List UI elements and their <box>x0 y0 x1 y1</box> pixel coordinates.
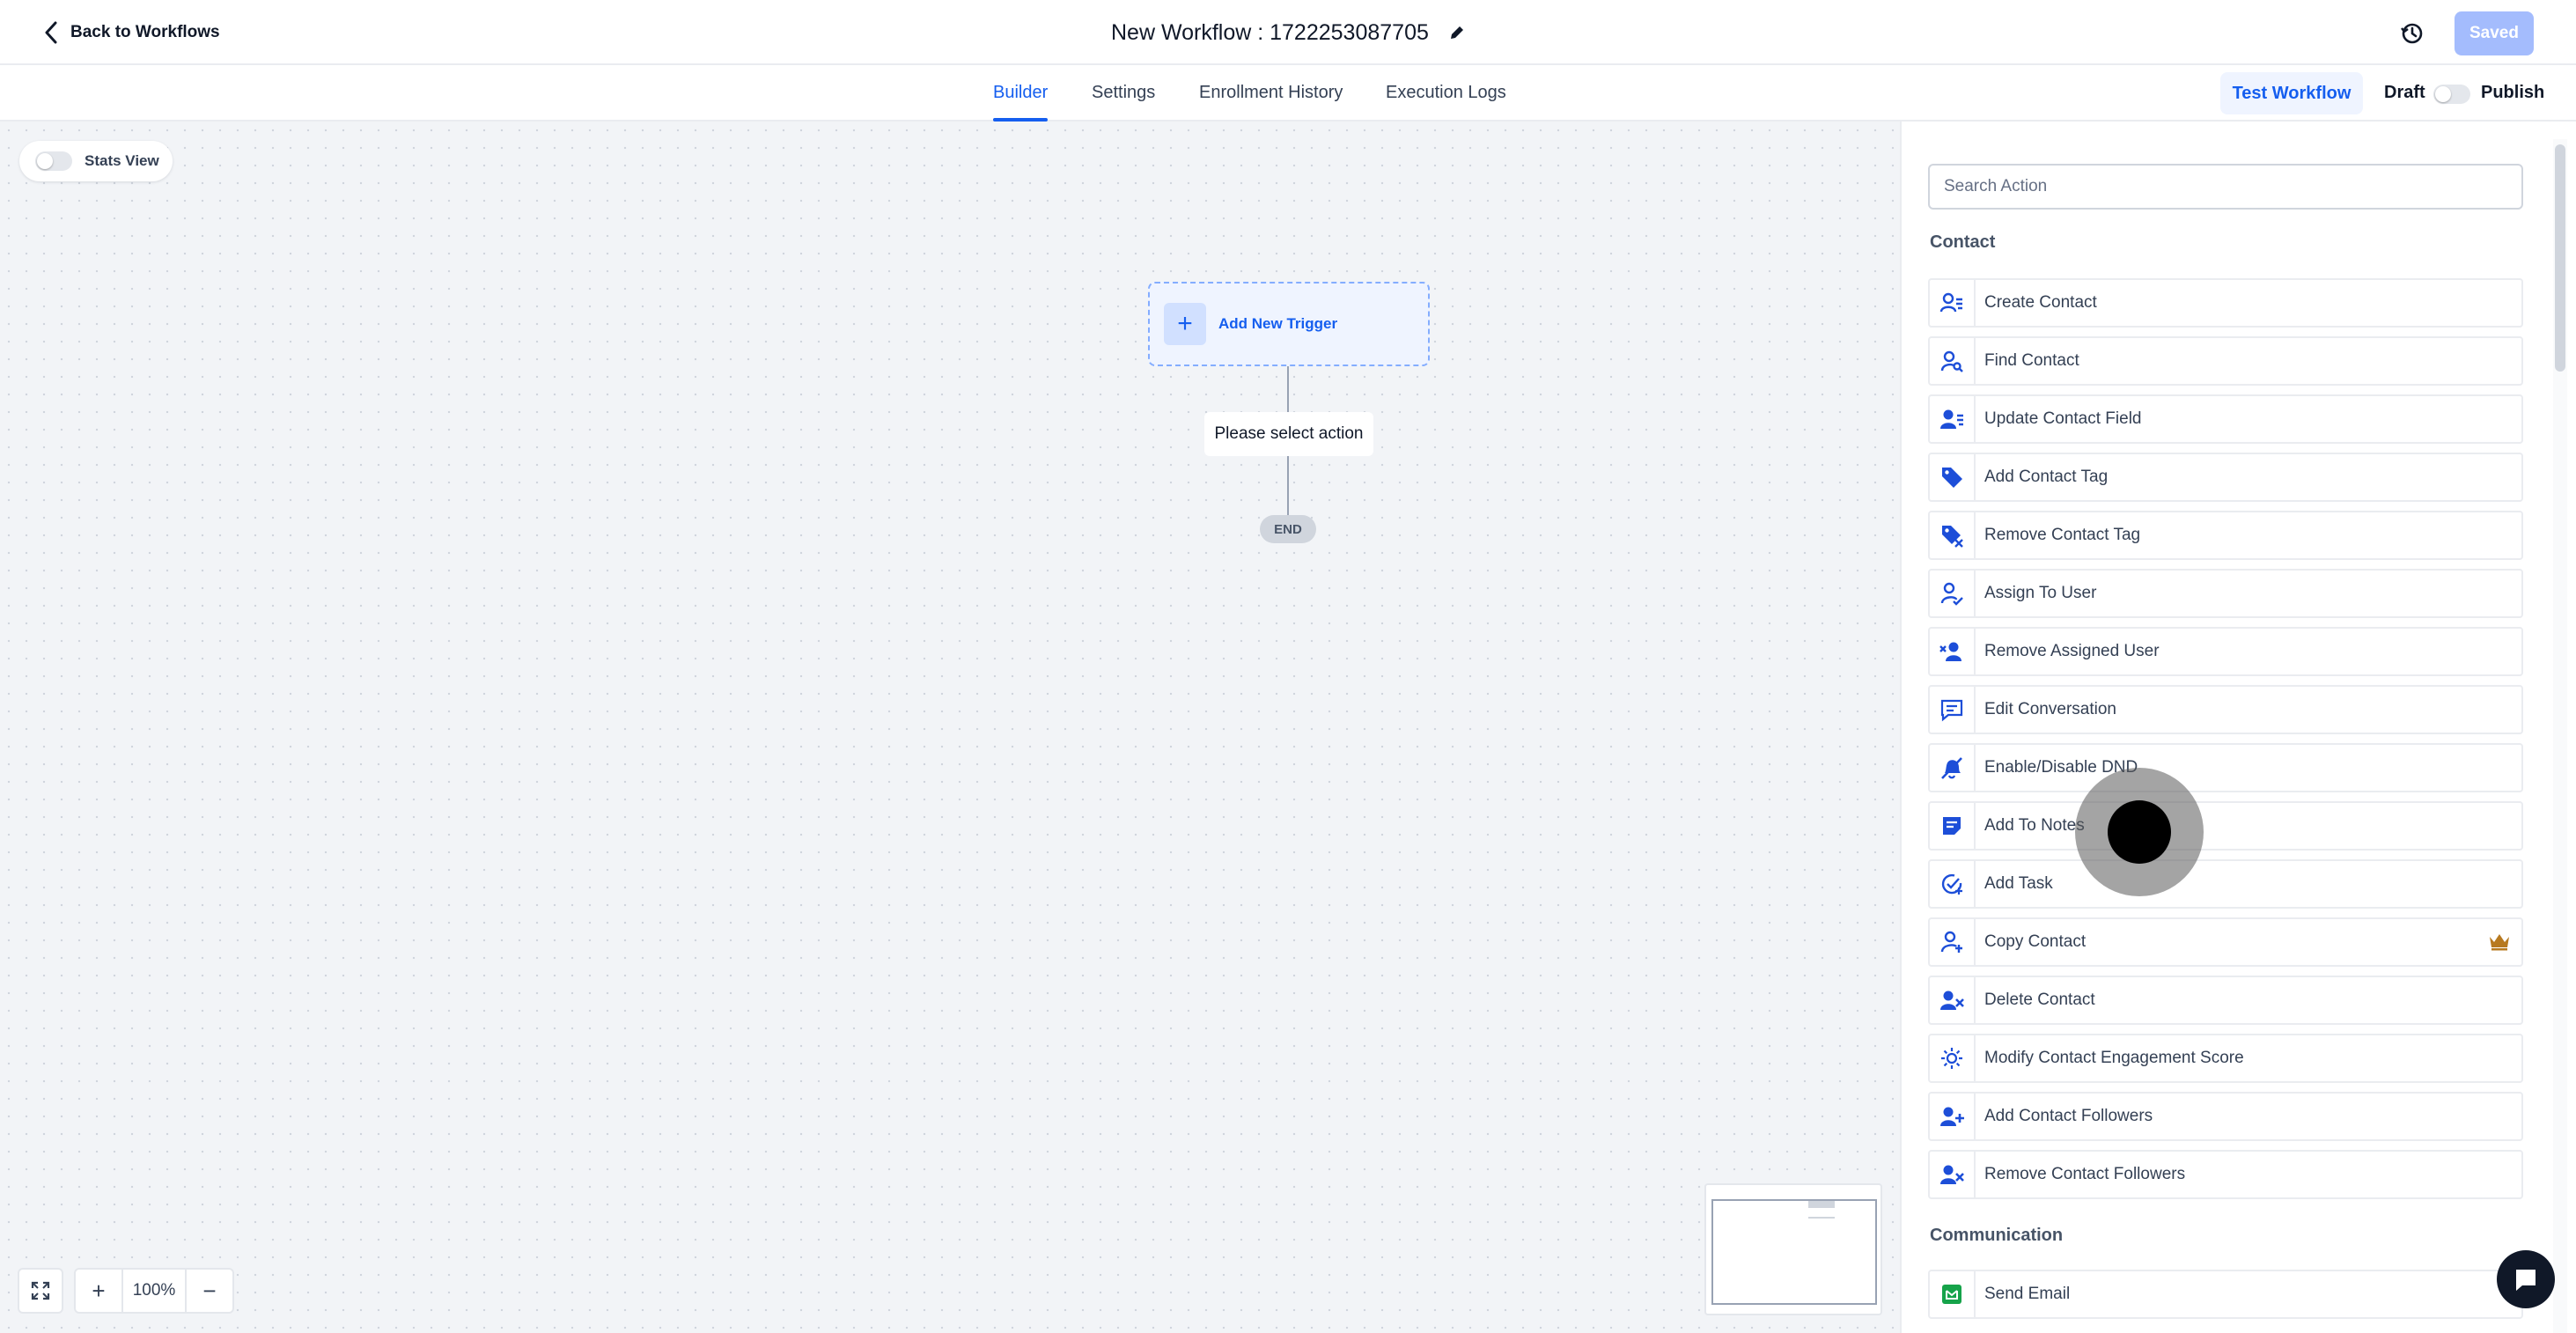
group-title-communication: Communication <box>1930 1226 2064 1245</box>
action-label: Send Email <box>1984 1285 2071 1303</box>
action-label: Edit Conversation <box>1984 700 2116 718</box>
end-node: END <box>1260 515 1316 543</box>
minimap-node <box>1808 1201 1835 1208</box>
action-remove-assigned-user[interactable]: Remove Assigned User <box>1928 627 2523 676</box>
action-label: Assign To User <box>1984 584 2097 602</box>
note-icon <box>1930 803 1976 849</box>
action-label: Delete Contact <box>1984 991 2095 1009</box>
connector-line <box>1287 366 1289 412</box>
minimap[interactable] <box>1704 1183 1882 1315</box>
action-copy-contact[interactable]: Copy Contact <box>1928 917 2523 967</box>
expand-icon <box>31 1281 50 1300</box>
workflow-title: New Workflow : 1722253087705 <box>1111 19 1429 45</box>
nav-bar: Builder Settings Enrollment History Exec… <box>0 65 2576 122</box>
action-find-contact[interactable]: Find Contact <box>1928 336 2523 386</box>
search-action-input[interactable]: Search Action <box>1928 164 2523 210</box>
user-lines-icon <box>1930 396 1976 442</box>
user-assign-icon <box>1930 571 1976 616</box>
action-create-contact[interactable]: Create Contact <box>1928 278 2523 328</box>
connector-line <box>1287 456 1289 515</box>
action-label: Add To Notes <box>1984 816 2085 835</box>
workflow-canvas[interactable]: Stats View + Add New Trigger Please sele… <box>0 122 1900 1333</box>
action-label: Create Contact <box>1984 293 2097 312</box>
action-add-to-notes[interactable]: Add To Notes <box>1928 801 2523 851</box>
back-label: Back to Workflows <box>70 23 220 41</box>
back-to-workflows-link[interactable]: Back to Workflows <box>44 18 220 48</box>
user-copy-icon <box>1930 919 1976 965</box>
scrollbar-thumb[interactable] <box>2555 144 2565 372</box>
action-add-contact-tag[interactable]: Add Contact Tag <box>1928 453 2523 502</box>
action-assign-to-user[interactable]: Assign To User <box>1928 569 2523 618</box>
crown-icon <box>2490 934 2509 951</box>
user-delete-icon <box>1930 977 1976 1023</box>
add-new-trigger-button[interactable]: + Add New Trigger <box>1148 282 1430 366</box>
zoom-out-button[interactable]: − <box>187 1270 232 1312</box>
stats-view-control: Stats View <box>19 141 173 181</box>
action-add-contact-followers[interactable]: Add Contact Followers <box>1928 1092 2523 1141</box>
action-label: Copy Contact <box>1984 932 2087 951</box>
actions-panel: Search Action Contact Create Contact Fin… <box>1900 122 2576 1333</box>
panel-scrollbar[interactable] <box>2553 139 2567 1333</box>
draft-label: Draft <box>2384 83 2425 102</box>
stats-view-toggle[interactable] <box>35 151 72 171</box>
user-search-icon <box>1930 338 1976 384</box>
edit-pencil-icon[interactable] <box>1448 24 1466 41</box>
sun-icon <box>1930 1035 1976 1081</box>
action-modify-contact-engagement-score[interactable]: Modify Contact Engagement Score <box>1928 1034 2523 1083</box>
user-remove-icon <box>1930 629 1976 674</box>
click-cursor-indicator <box>2075 768 2204 896</box>
task-check-icon <box>1930 861 1976 907</box>
user-list-icon <box>1930 280 1976 326</box>
action-label: Add Task <box>1984 874 2053 893</box>
tab-settings[interactable]: Settings <box>1092 65 1155 120</box>
chat-widget-button[interactable] <box>2497 1250 2555 1308</box>
user-x-icon <box>1930 1152 1976 1197</box>
action-remove-contact-tag[interactable]: Remove Contact Tag <box>1928 511 2523 560</box>
tab-builder[interactable]: Builder <box>993 65 1049 122</box>
action-label: Remove Contact Followers <box>1984 1165 2186 1183</box>
tag-icon <box>1930 454 1976 500</box>
tab-execution-logs[interactable]: Execution Logs <box>1386 65 1506 120</box>
publish-toggle[interactable] <box>2433 85 2470 104</box>
stats-view-label: Stats View <box>85 152 159 169</box>
action-enable-disable-dnd[interactable]: Enable/Disable DND <box>1928 743 2523 792</box>
zoom-in-button[interactable]: + <box>76 1270 121 1312</box>
action-add-task[interactable]: Add Task <box>1928 859 2523 909</box>
action-label: Modify Contact Engagement Score <box>1984 1049 2244 1067</box>
action-remove-contact-followers[interactable]: Remove Contact Followers <box>1928 1150 2523 1199</box>
saved-button[interactable]: Saved <box>2455 11 2534 55</box>
fit-view-button[interactable] <box>18 1268 63 1314</box>
workflow-title-area: New Workflow : 1722253087705 <box>1111 16 1466 49</box>
action-update-contact-field[interactable]: Update Contact Field <box>1928 394 2523 444</box>
minimap-node <box>1808 1217 1835 1219</box>
action-label: Remove Contact Tag <box>1984 526 2141 544</box>
group-title-contact: Contact <box>1930 232 1996 252</box>
action-edit-conversation[interactable]: Edit Conversation <box>1928 685 2523 734</box>
action-label: Update Contact Field <box>1984 409 2142 428</box>
action-delete-contact[interactable]: Delete Contact <box>1928 976 2523 1025</box>
email-icon <box>1930 1271 1976 1317</box>
publish-label: Publish <box>2481 83 2545 102</box>
action-label: Find Contact <box>1984 351 2079 370</box>
chevron-left-icon <box>45 21 57 44</box>
top-bar: Back to Workflows New Workflow : 1722253… <box>0 0 2576 65</box>
add-trigger-label: Add New Trigger <box>1218 315 1338 332</box>
select-action-node[interactable]: Please select action <box>1204 412 1373 456</box>
user-plus-icon <box>1930 1094 1976 1139</box>
history-icon[interactable] <box>2396 18 2428 49</box>
tab-enrollment-history[interactable]: Enrollment History <box>1199 65 1343 120</box>
message-icon <box>1930 687 1976 733</box>
tag-remove-icon <box>1930 512 1976 558</box>
action-label: Add Contact Tag <box>1984 468 2109 486</box>
plus-icon: + <box>1164 303 1206 345</box>
zoom-controls: + 100% − <box>74 1268 234 1314</box>
bell-off-icon <box>1930 745 1976 791</box>
action-label: Remove Assigned User <box>1984 642 2160 660</box>
test-workflow-button[interactable]: Test Workflow <box>2220 72 2363 114</box>
chat-bubble-icon <box>2516 1270 2536 1291</box>
zoom-level: 100% <box>121 1270 187 1312</box>
action-send-email[interactable]: Send Email <box>1928 1270 2523 1319</box>
minimap-viewport <box>1711 1199 1877 1305</box>
action-label: Add Contact Followers <box>1984 1107 2153 1125</box>
